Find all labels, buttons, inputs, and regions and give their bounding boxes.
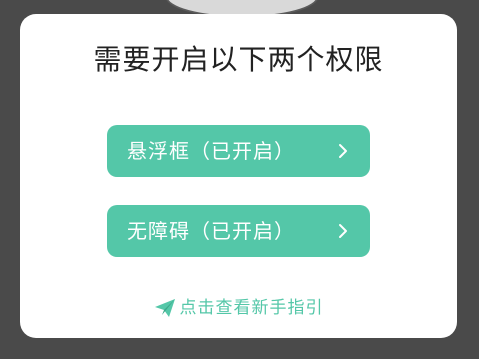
floating-window-permission-button[interactable]: 悬浮框（已开启） [107, 125, 370, 177]
accessibility-permission-label: 无障碍（已开启） [127, 219, 295, 243]
floating-window-permission-label: 悬浮框（已开启） [127, 139, 295, 163]
dialog-title: 需要开启以下两个权限 [93, 43, 384, 76]
beginner-guide-link[interactable]: 点击查看新手指引 [20, 297, 457, 322]
beginner-guide-label: 点击查看新手指引 [179, 298, 324, 318]
paper-plane-icon [154, 299, 175, 317]
chevron-right-icon [339, 224, 347, 238]
permission-dialog: 需要开启以下两个权限 悬浮框（已开启） 无障碍（已开启） 点击查看新手指引 [20, 14, 457, 338]
accessibility-permission-button[interactable]: 无障碍（已开启） [107, 205, 370, 257]
chevron-right-icon [339, 144, 347, 158]
